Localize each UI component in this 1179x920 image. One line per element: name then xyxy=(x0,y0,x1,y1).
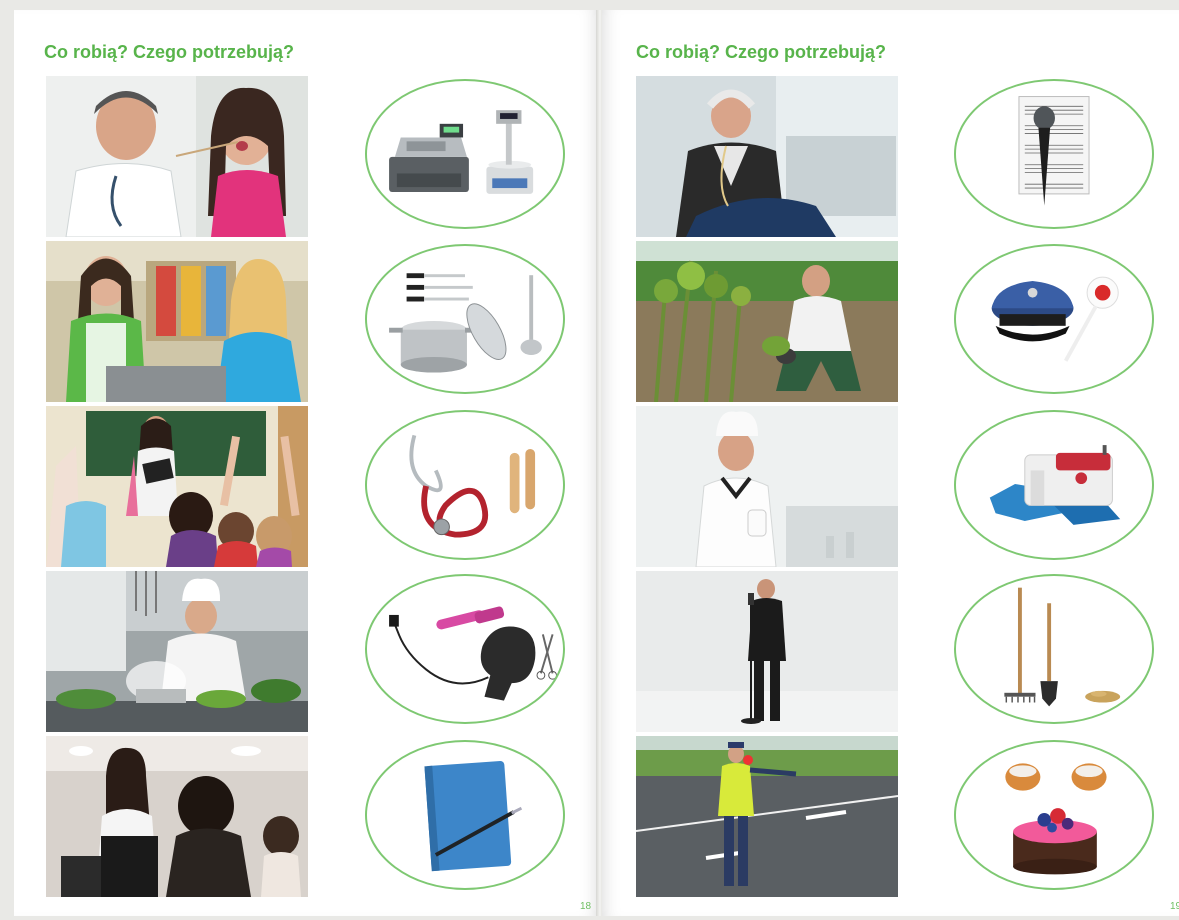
doctor-photo xyxy=(46,76,308,237)
hairdresser-photo xyxy=(46,736,308,897)
right-page: Co robią? Czego potrzebują? 19 xyxy=(602,10,1179,916)
left-page: Co robią? Czego potrzebują? 18 xyxy=(14,10,598,916)
microphone-and-sheet-music-icon xyxy=(954,79,1154,229)
book-spread: Co robią? Czego potrzebują? 18 Co robią?… xyxy=(0,0,1179,920)
cook-photo xyxy=(46,571,308,732)
donuts-and-cake-icon xyxy=(954,740,1154,890)
singer-photo xyxy=(636,571,898,732)
cashier-photo xyxy=(46,241,308,402)
pastry-chef-photo xyxy=(636,406,898,567)
page-number: 19 xyxy=(1170,901,1179,912)
notebook-and-pen-icon xyxy=(365,740,565,890)
knives-pot-and-ladle-icon xyxy=(365,244,565,394)
gardener-photo xyxy=(636,241,898,402)
rake-shovel-and-seeds-icon xyxy=(954,574,1154,724)
cash-register-and-scale-icon xyxy=(365,79,565,229)
police-cap-and-stop-sign-icon xyxy=(954,244,1154,394)
teacher-photo xyxy=(46,406,308,567)
stethoscope-and-tongue-depressors-icon xyxy=(365,410,565,560)
page-title: Co robią? Czego potrzebują? xyxy=(44,42,294,62)
page-number: 18 xyxy=(580,901,592,912)
hairdryer-brush-and-scissors-icon xyxy=(365,574,565,724)
page-title: Co robią? Czego potrzebują? xyxy=(636,42,886,62)
tailor-photo xyxy=(636,76,898,237)
police-officer-photo xyxy=(636,736,898,897)
sewing-machine-and-fabric-icon xyxy=(954,410,1154,560)
